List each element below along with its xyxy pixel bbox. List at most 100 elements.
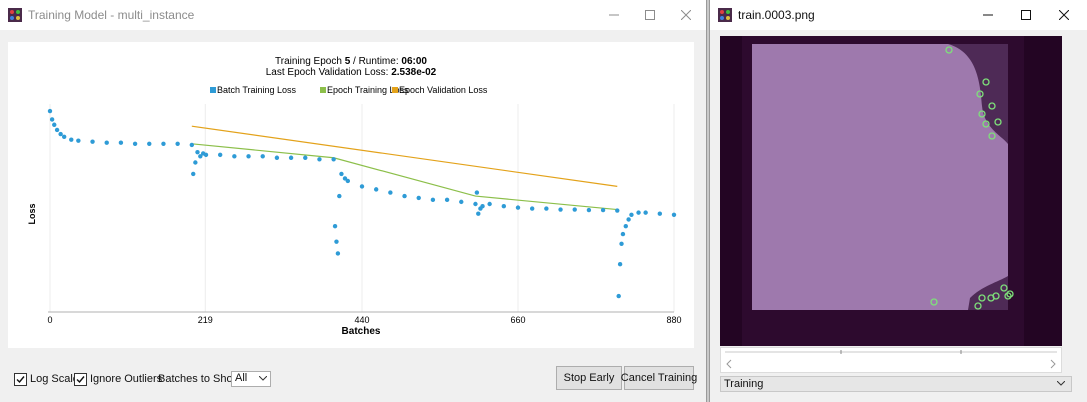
stop-early-button[interactable]: Stop Early	[556, 366, 622, 390]
x-tick-label: 219	[198, 315, 213, 325]
batch-loss-point	[90, 139, 95, 144]
batch-loss-point	[61, 134, 67, 139]
loss-chart: Training Epoch 5 / Runtime: 06:00 Last E…	[27, 56, 682, 337]
batch-loss-point	[288, 155, 294, 160]
check-icon	[16, 376, 25, 384]
training-image	[720, 36, 1062, 346]
batch-loss-point	[332, 223, 338, 229]
batch-loss-point	[335, 251, 341, 256]
x-tick-label: 660	[510, 315, 525, 325]
close-icon	[681, 10, 691, 20]
chevron-down-icon	[259, 376, 267, 381]
batch-loss-point	[274, 155, 280, 160]
batch-loss-point	[544, 206, 549, 211]
batch-loss-point	[334, 239, 339, 244]
batch-loss-point	[132, 141, 138, 146]
minimize-button[interactable]	[596, 0, 632, 30]
x-tick-label: 880	[666, 315, 681, 325]
legend-label-epoch-validation: Epoch Validation Loss	[399, 85, 488, 95]
batch-loss-point	[317, 157, 322, 162]
image-view[interactable]	[720, 36, 1062, 346]
batch-loss-point	[473, 201, 478, 207]
batch-loss-point	[636, 210, 641, 215]
batch-loss-point	[337, 193, 342, 199]
maximize-button[interactable]	[1008, 0, 1044, 30]
batch-loss-point	[49, 117, 55, 122]
legend-swatch-batch	[210, 87, 216, 93]
batch-loss-point	[657, 211, 663, 216]
batch-loss-point	[615, 208, 620, 213]
batch-loss-point	[619, 241, 624, 246]
sample-plate	[752, 44, 1008, 310]
batch-loss-point	[388, 190, 393, 195]
batch-loss-point	[47, 108, 53, 114]
cancel-training-button[interactable]: Cancel Training	[621, 366, 697, 390]
app-icon	[718, 8, 732, 22]
batch-loss-point	[69, 137, 74, 142]
log-scale-label: Log Scale	[30, 373, 79, 385]
scroll-track	[725, 350, 1057, 369]
horizontal-scrollbar[interactable]	[720, 347, 1062, 373]
x-axis-ticks: 0 219 440 660 880	[47, 315, 681, 325]
dataset-split-select[interactable]: Training	[720, 376, 1072, 392]
batch-loss-point	[373, 187, 379, 192]
batch-loss-point	[104, 140, 109, 145]
title-bar[interactable]: Training Model - multi_instance	[0, 0, 706, 30]
batch-loss-point	[529, 206, 535, 211]
batch-loss-point	[620, 231, 626, 237]
legend-label-batch: Batch Training Loss	[217, 85, 297, 95]
batch-loss-point	[246, 154, 251, 159]
y-axis-label: Loss	[27, 203, 37, 224]
batch-loss-point	[161, 141, 166, 146]
scroll-right-icon[interactable]	[1050, 359, 1056, 369]
batch-loss-point	[147, 141, 152, 146]
maximize-icon	[645, 10, 655, 20]
x-tick-label: 440	[354, 315, 369, 325]
batch-loss-point	[616, 293, 621, 299]
batch-loss-point	[195, 149, 200, 155]
series-line-1	[191, 143, 618, 211]
title-bar[interactable]: train.0003.png	[710, 0, 1087, 30]
batch-loss-point	[339, 171, 344, 177]
check-icon	[76, 376, 85, 384]
x-axis-label: Batches	[342, 326, 381, 337]
close-button[interactable]	[1046, 0, 1082, 30]
training-window: Training Model - multi_instance Training…	[0, 0, 706, 402]
batch-loss-point	[203, 152, 209, 158]
batch-loss-point	[600, 207, 606, 213]
batch-loss-point	[671, 212, 677, 217]
batch-loss-point	[474, 190, 480, 195]
close-button[interactable]	[668, 0, 704, 30]
minimize-icon	[609, 14, 619, 16]
batch-loss-point	[331, 157, 336, 162]
batches-to-show-value: All	[235, 372, 248, 384]
batch-loss-point	[193, 160, 198, 165]
batch-loss-point	[54, 127, 60, 133]
minimize-icon	[983, 14, 993, 16]
batch-loss-point	[191, 171, 196, 177]
window-title: train.0003.png	[738, 8, 815, 22]
batch-loss-point	[232, 154, 237, 159]
ignore-outliers-label: Ignore Outliers	[90, 373, 163, 385]
batch-loss-point	[175, 141, 180, 146]
batch-loss-point	[58, 131, 63, 137]
batches-to-show-select[interactable]: All	[231, 371, 271, 387]
batch-loss-point	[487, 201, 492, 207]
chart-grid	[49, 104, 675, 312]
log-scale-checkbox[interactable]	[14, 373, 27, 386]
scroll-left-icon[interactable]	[726, 359, 732, 369]
image-window: train.0003.png Training	[710, 0, 1087, 402]
dataset-split-value: Training	[724, 378, 764, 390]
maximize-button[interactable]	[632, 0, 668, 30]
batch-loss-point	[515, 205, 521, 210]
maximize-icon	[1021, 10, 1031, 20]
legend-swatch-epoch-validation	[392, 87, 398, 93]
batch-loss-point	[118, 140, 124, 145]
batch-loss-point	[345, 178, 351, 184]
batch-loss-point	[617, 262, 623, 267]
chevron-down-icon	[1057, 381, 1065, 386]
minimize-button[interactable]	[970, 0, 1006, 30]
batch-loss-point	[572, 207, 577, 212]
batch-loss-point	[444, 197, 450, 203]
ignore-outliers-checkbox[interactable]	[74, 373, 87, 386]
